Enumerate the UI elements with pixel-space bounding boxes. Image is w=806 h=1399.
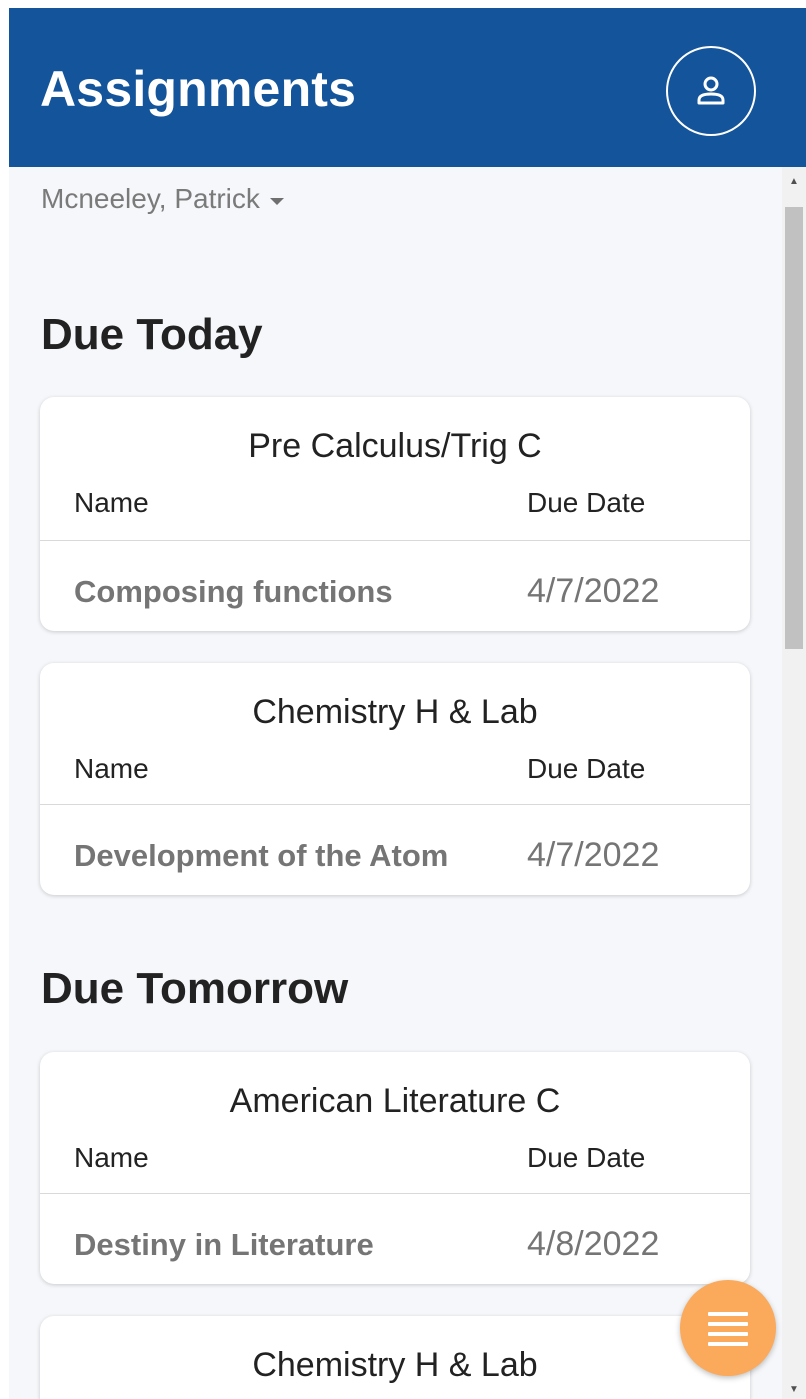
user-icon: [697, 76, 725, 105]
assignment-due-date: 4/8/2022: [527, 1225, 660, 1263]
divider: [40, 540, 750, 541]
card-course-title: Chemistry H & Lab: [252, 1346, 538, 1384]
app-header: Assignments: [9, 8, 806, 167]
student-name: Mcneeley, Patrick: [41, 183, 260, 214]
scrollbar-thumb[interactable]: [785, 207, 803, 649]
section-title-due-tomorrow: Due Tomorrow: [41, 964, 349, 1013]
section-title-due-today: Due Today: [41, 310, 263, 359]
divider: [40, 804, 750, 805]
menu-button[interactable]: [680, 1280, 776, 1376]
assignment-card: American Literature C Name Due Date Dest…: [40, 1052, 750, 1284]
chevron-down-icon: [269, 197, 284, 205]
assignment-due-date: 4/7/2022: [527, 836, 660, 874]
page-title: Assignments: [40, 61, 357, 117]
scroll-down-arrow-icon[interactable]: ▼: [782, 1379, 806, 1399]
card-course-title: American Literature C: [229, 1082, 561, 1120]
column-header-due-date: Due Date: [527, 487, 646, 518]
assignment-card: Chemistry H & Lab Name Due Date Developm…: [40, 663, 750, 895]
column-header-due-date: Due Date: [527, 1142, 646, 1173]
column-header-name: Name: [74, 1142, 149, 1173]
menu-icon: [708, 1312, 748, 1346]
scroll-up-arrow-icon[interactable]: ▲: [782, 171, 806, 191]
assignment-name-link[interactable]: Composing functions: [74, 574, 393, 610]
main-content: Mcneeley, Patrick Due Today Pre Calculus…: [9, 167, 782, 1399]
column-header-name: Name: [74, 487, 149, 518]
assignment-due-date: 4/7/2022: [527, 572, 660, 610]
column-header-name: Name: [74, 753, 149, 784]
card-course-title: Chemistry H & Lab: [252, 693, 538, 731]
assignment-name-link[interactable]: Development of the Atom: [74, 838, 448, 874]
assignment-card: Chemistry H & Lab: [40, 1316, 750, 1399]
scrollbar[interactable]: ▲ ▼: [782, 167, 806, 1399]
divider: [40, 1193, 750, 1194]
assignment-card: Pre Calculus/Trig C Name Due Date Compos…: [40, 397, 750, 631]
card-course-title: Pre Calculus/Trig C: [248, 427, 542, 465]
assignment-name-link[interactable]: Destiny in Literature: [74, 1227, 374, 1263]
profile-button[interactable]: [666, 46, 756, 136]
student-selector[interactable]: Mcneeley, Patrick: [41, 183, 284, 215]
column-header-due-date: Due Date: [527, 753, 646, 784]
